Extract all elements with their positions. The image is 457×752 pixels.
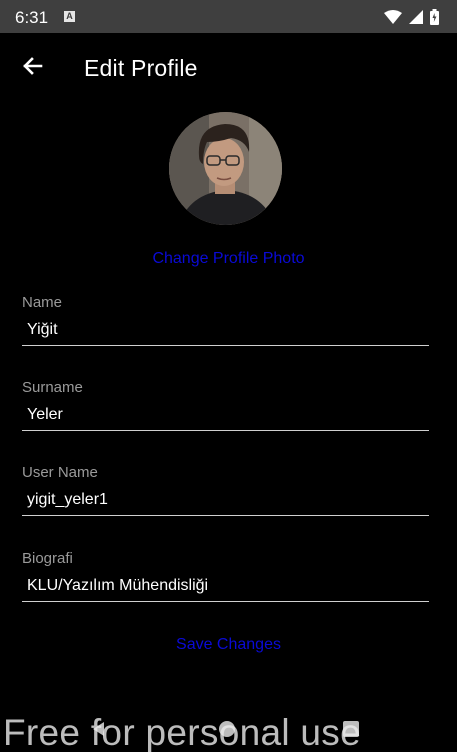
save-changes-button[interactable]: Save Changes bbox=[0, 636, 457, 654]
watermark-text: Free for personal use bbox=[3, 712, 361, 752]
profile-avatar[interactable] bbox=[169, 112, 282, 225]
name-label: Name bbox=[22, 294, 63, 311]
notification-a-icon: A bbox=[64, 11, 75, 22]
status-time: 6:31 bbox=[15, 8, 49, 27]
back-button[interactable] bbox=[18, 51, 48, 81]
profile-photo bbox=[169, 112, 282, 225]
status-bar: 6:31 A bbox=[0, 0, 457, 33]
username-input[interactable] bbox=[22, 484, 429, 516]
name-field: Name bbox=[22, 294, 429, 364]
surname-label: Surname bbox=[22, 379, 83, 396]
arrow-left-icon bbox=[23, 57, 43, 75]
biography-label: Biografi bbox=[22, 550, 73, 567]
app-bar: Edit Profile bbox=[0, 33, 457, 101]
change-profile-photo-button[interactable]: Change Profile Photo bbox=[0, 250, 457, 268]
page-title: Edit Profile bbox=[84, 55, 198, 81]
biography-field: Biografi bbox=[22, 550, 429, 620]
biography-input[interactable] bbox=[22, 570, 429, 602]
username-field: User Name bbox=[22, 464, 429, 534]
surname-input[interactable] bbox=[22, 399, 429, 431]
battery-icon bbox=[430, 9, 439, 25]
surname-field: Surname bbox=[22, 379, 429, 449]
nav-back-icon[interactable] bbox=[90, 720, 108, 738]
nav-recents-icon[interactable] bbox=[342, 720, 360, 738]
wifi-icon bbox=[384, 10, 402, 24]
cell-signal-icon bbox=[409, 10, 423, 24]
nav-home-icon[interactable] bbox=[218, 720, 236, 738]
name-input[interactable] bbox=[22, 314, 429, 346]
username-label: User Name bbox=[22, 464, 98, 481]
status-icons bbox=[384, 9, 439, 25]
